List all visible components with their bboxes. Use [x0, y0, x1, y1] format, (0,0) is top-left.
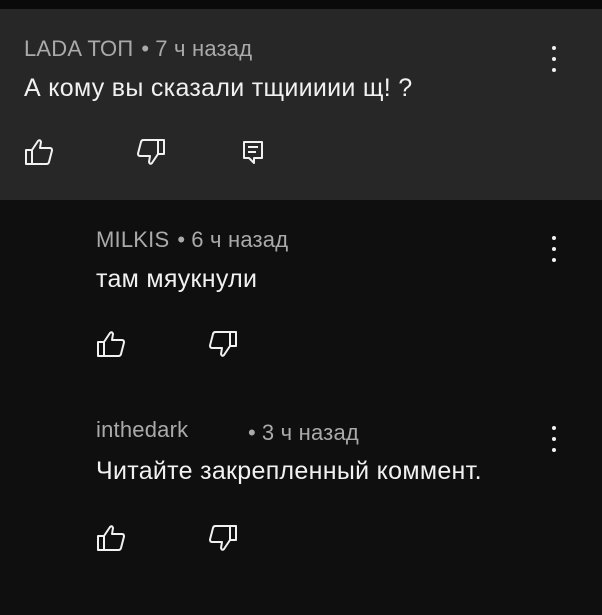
- thumbs-up-icon: [25, 139, 53, 165]
- thumbs-down-icon: [137, 139, 165, 165]
- more-vertical-icon: [552, 46, 556, 50]
- dislike-button[interactable]: [206, 521, 240, 555]
- comment-meta: inthedark: [96, 417, 188, 443]
- top-edge: [0, 0, 602, 9]
- comment-author[interactable]: LADA ТОП: [24, 36, 133, 61]
- meta-separator: •: [248, 420, 256, 445]
- thumbs-down-icon: [209, 525, 237, 551]
- comment-text: А кому вы сказали тщиииии щ! ?: [24, 74, 413, 102]
- dislike-button[interactable]: [206, 327, 240, 361]
- meta-separator: •: [177, 227, 186, 252]
- comment-time[interactable]: 7 ч назад: [155, 36, 252, 61]
- meta-separator: •: [141, 36, 150, 61]
- like-button[interactable]: [94, 327, 128, 361]
- dislike-button[interactable]: [134, 135, 168, 169]
- comment-text: там мяукнули: [96, 265, 258, 293]
- reply-button[interactable]: [236, 135, 270, 169]
- comment-time[interactable]: 3 ч назад: [262, 420, 359, 445]
- comment-item-2: [0, 200, 602, 390]
- like-button[interactable]: [22, 135, 56, 169]
- comment-author[interactable]: MILKIS: [96, 227, 169, 252]
- more-options-button[interactable]: [542, 42, 566, 76]
- more-options-button[interactable]: [542, 232, 566, 266]
- comment-author[interactable]: inthedark: [96, 417, 188, 442]
- comment-text: Читайте закрепленный коммент.: [96, 457, 482, 485]
- thumbs-up-icon: [97, 525, 125, 551]
- more-vertical-icon: [552, 426, 556, 430]
- thumbs-up-icon: [97, 331, 125, 357]
- comment-meta: MILKIS • 6 ч назад: [96, 227, 288, 253]
- like-button[interactable]: [94, 521, 128, 555]
- thumbs-down-icon: [209, 331, 237, 357]
- comment-meta-time: • 3 ч назад: [240, 420, 359, 446]
- reply-icon: [243, 141, 263, 164]
- comment-time[interactable]: 6 ч назад: [191, 227, 288, 252]
- comment-meta: LADA ТОП • 7 ч назад: [24, 36, 252, 62]
- more-vertical-icon: [552, 236, 556, 240]
- more-options-button[interactable]: [542, 422, 566, 456]
